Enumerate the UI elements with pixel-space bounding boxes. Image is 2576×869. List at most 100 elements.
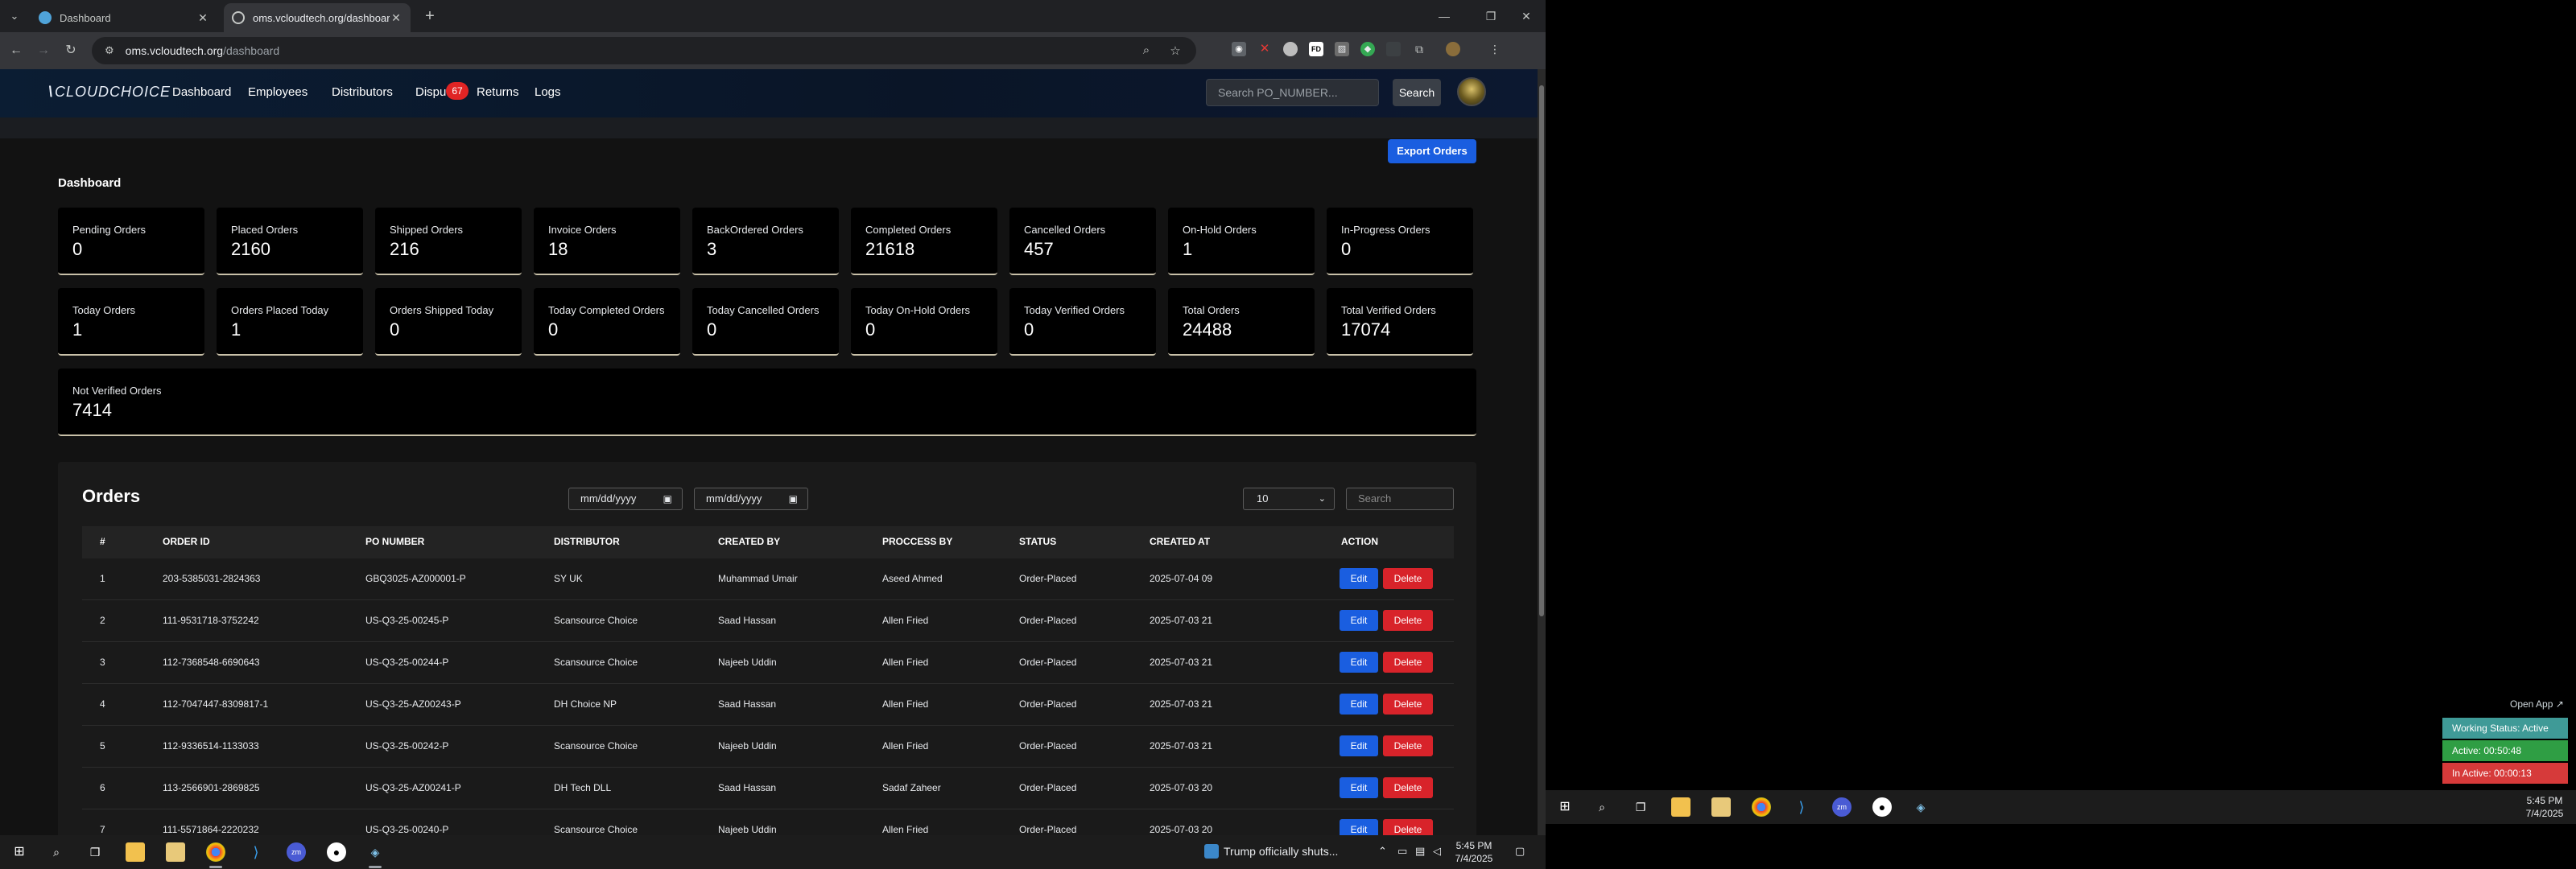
date-to-input[interactable]: mm/dd/yyyy ▣	[694, 488, 808, 510]
distributor-cell: DH Tech DLL	[554, 782, 612, 793]
distributor-cell: Scansource Choice	[554, 615, 638, 626]
task-view-icon[interactable]: ❐	[85, 842, 105, 862]
delete-button[interactable]: Delete	[1383, 777, 1433, 798]
tray-chevron-icon[interactable]: ⌃	[1378, 845, 1387, 858]
close-window-icon[interactable]: ✕	[1513, 6, 1539, 26]
time-tracker-icon[interactable]: ◈	[365, 842, 385, 862]
browser-menu-icon[interactable]: ⋮	[1488, 42, 1502, 56]
edit-button[interactable]: Edit	[1340, 735, 1378, 756]
zoom-icon[interactable]: ⌕	[1138, 43, 1154, 57]
extension-incognito-icon[interactable]: ◉	[1232, 42, 1246, 56]
delete-button[interactable]: Delete	[1383, 735, 1433, 756]
vscode-icon[interactable]: ⟩	[246, 842, 266, 862]
secondary-taskbar: ⊞ ⌕ ❐ ⟩ zm ● ◈ 5:45 PM 7/4/2025	[1546, 790, 2576, 824]
new-tab-icon[interactable]: +	[420, 7, 440, 27]
delete-button[interactable]: Delete	[1383, 610, 1433, 631]
export-orders-button[interactable]: Export Orders	[1388, 139, 1476, 163]
network-icon[interactable]: ▤	[1415, 845, 1425, 858]
nav-disputes[interactable]: Dispu	[415, 85, 446, 99]
restore-icon[interactable]: ❐	[1478, 6, 1504, 26]
calendar-app-icon[interactable]	[1711, 797, 1731, 817]
extension-grid-icon[interactable]	[1386, 42, 1401, 56]
vscode-icon[interactable]: ⟩	[1792, 797, 1811, 817]
edit-button[interactable]: Edit	[1340, 610, 1378, 631]
table-row: 1 203-5385031-2824363 GBQ3025-AZ000001-P SY…	[82, 558, 1454, 600]
edit-button[interactable]: Edit	[1340, 777, 1378, 798]
edit-button[interactable]: Edit	[1340, 694, 1378, 715]
calendar-app-icon[interactable]	[166, 842, 185, 862]
close-tab-icon[interactable]: ✕	[390, 11, 402, 25]
created-by-cell: Najeeb Uddin	[718, 740, 777, 752]
minimize-icon[interactable]: —	[1431, 6, 1457, 26]
app-circle-icon[interactable]: ●	[327, 842, 346, 862]
distributor-cell: SY UK	[554, 573, 583, 584]
forward-icon[interactable]: →	[34, 41, 53, 60]
order-id-cell: 112-9336514-1133033	[163, 740, 259, 752]
back-icon[interactable]: ←	[6, 41, 26, 60]
windows-start-icon[interactable]: ⊞	[10, 842, 29, 862]
calendar-icon[interactable]: ▣	[789, 488, 798, 509]
po-number-search-input[interactable]: Search PO_NUMBER...	[1206, 79, 1379, 106]
nav-distributors[interactable]: Distributors	[332, 85, 393, 99]
app-circle-icon[interactable]: ●	[1872, 797, 1892, 817]
extension-x-icon[interactable]: ✕	[1257, 42, 1272, 56]
news-widget[interactable]: Trump officially shuts...	[1224, 845, 1338, 858]
chrome-icon[interactable]	[206, 842, 225, 862]
open-app-link[interactable]: Open App ↗	[2510, 698, 2564, 710]
notifications-icon[interactable]: ▢	[1515, 845, 1525, 858]
delete-button[interactable]: Delete	[1383, 568, 1433, 589]
calendar-icon[interactable]: ▣	[663, 488, 672, 509]
stat-value: 0	[72, 239, 83, 259]
time-tracker-icon[interactable]: ◈	[1911, 797, 1930, 817]
file-explorer-icon[interactable]	[126, 842, 145, 862]
site-info-icon[interactable]: ⚙	[105, 44, 114, 57]
zoom-app-icon[interactable]: zm	[287, 842, 306, 862]
nav-logs[interactable]: Logs	[535, 85, 561, 99]
edit-button[interactable]: Edit	[1340, 652, 1378, 673]
delete-button[interactable]: Delete	[1383, 819, 1433, 835]
file-explorer-icon[interactable]	[1671, 797, 1690, 817]
profile-avatar-icon[interactable]	[1446, 42, 1460, 56]
scrollbar-thumb[interactable]	[1539, 85, 1544, 616]
reload-icon[interactable]: ↻	[61, 41, 80, 60]
stat-card: Today On-Hold Orders 0	[851, 288, 997, 356]
edit-button[interactable]: Edit	[1340, 819, 1378, 835]
volume-icon[interactable]: ◁	[1433, 845, 1441, 858]
search-button[interactable]: Search	[1393, 79, 1441, 106]
battery-icon[interactable]: ▭	[1397, 845, 1407, 858]
page-size-select[interactable]: 10 ⌄	[1243, 488, 1335, 510]
nav-employees[interactable]: Employees	[248, 85, 308, 99]
search-icon[interactable]: ⌕	[47, 842, 66, 862]
delete-button[interactable]: Delete	[1383, 694, 1433, 715]
task-view-icon[interactable]: ❐	[1631, 797, 1650, 817]
page-scrollbar[interactable]	[1538, 69, 1546, 835]
extension-shield-icon[interactable]: ◆	[1360, 42, 1375, 56]
tab-search-chevron-icon[interactable]: ⌄	[6, 8, 23, 24]
extension-image-icon[interactable]: ▨	[1335, 42, 1349, 56]
extension-fd-icon[interactable]: FD	[1309, 42, 1323, 56]
taskbar-clock[interactable]: 5:45 PM 7/4/2025	[1449, 839, 1499, 865]
orders-search-input[interactable]: Search	[1346, 488, 1454, 510]
user-avatar[interactable]	[1457, 77, 1486, 106]
taskbar-clock[interactable]: 5:45 PM 7/4/2025	[2520, 794, 2570, 820]
close-tab-icon[interactable]: ✕	[196, 11, 209, 25]
browser-tab-dashboard[interactable]: Dashboard ✕	[31, 3, 217, 32]
news-widget-icon[interactable]	[1204, 844, 1219, 859]
address-bar[interactable]: ⚙ oms.vcloudtech.org/dashboard ⌕ ☆	[92, 37, 1196, 64]
windows-start-icon[interactable]: ⊞	[1555, 797, 1575, 817]
nav-dashboard[interactable]: Dashboard	[172, 85, 231, 99]
column-header: STATUS	[1019, 536, 1057, 547]
delete-button[interactable]: Delete	[1383, 652, 1433, 673]
browser-tab-oms[interactable]: oms.vcloudtech.org/dashboard ✕	[224, 3, 411, 32]
nav-returns[interactable]: Returns	[477, 85, 519, 99]
date-from-input[interactable]: mm/dd/yyyy ▣	[568, 488, 683, 510]
extension-circle-icon[interactable]	[1283, 42, 1298, 56]
zoom-app-icon[interactable]: zm	[1832, 797, 1852, 817]
search-icon[interactable]: ⌕	[1592, 797, 1612, 817]
edit-button[interactable]: Edit	[1340, 568, 1378, 589]
column-header: #	[100, 536, 105, 547]
cloudchoice-logo[interactable]: \ CLOUDCHOICE	[48, 84, 171, 101]
extensions-puzzle-icon[interactable]: ⧉	[1412, 42, 1426, 56]
bookmark-star-icon[interactable]: ☆	[1167, 43, 1183, 58]
chrome-icon[interactable]	[1752, 797, 1771, 817]
